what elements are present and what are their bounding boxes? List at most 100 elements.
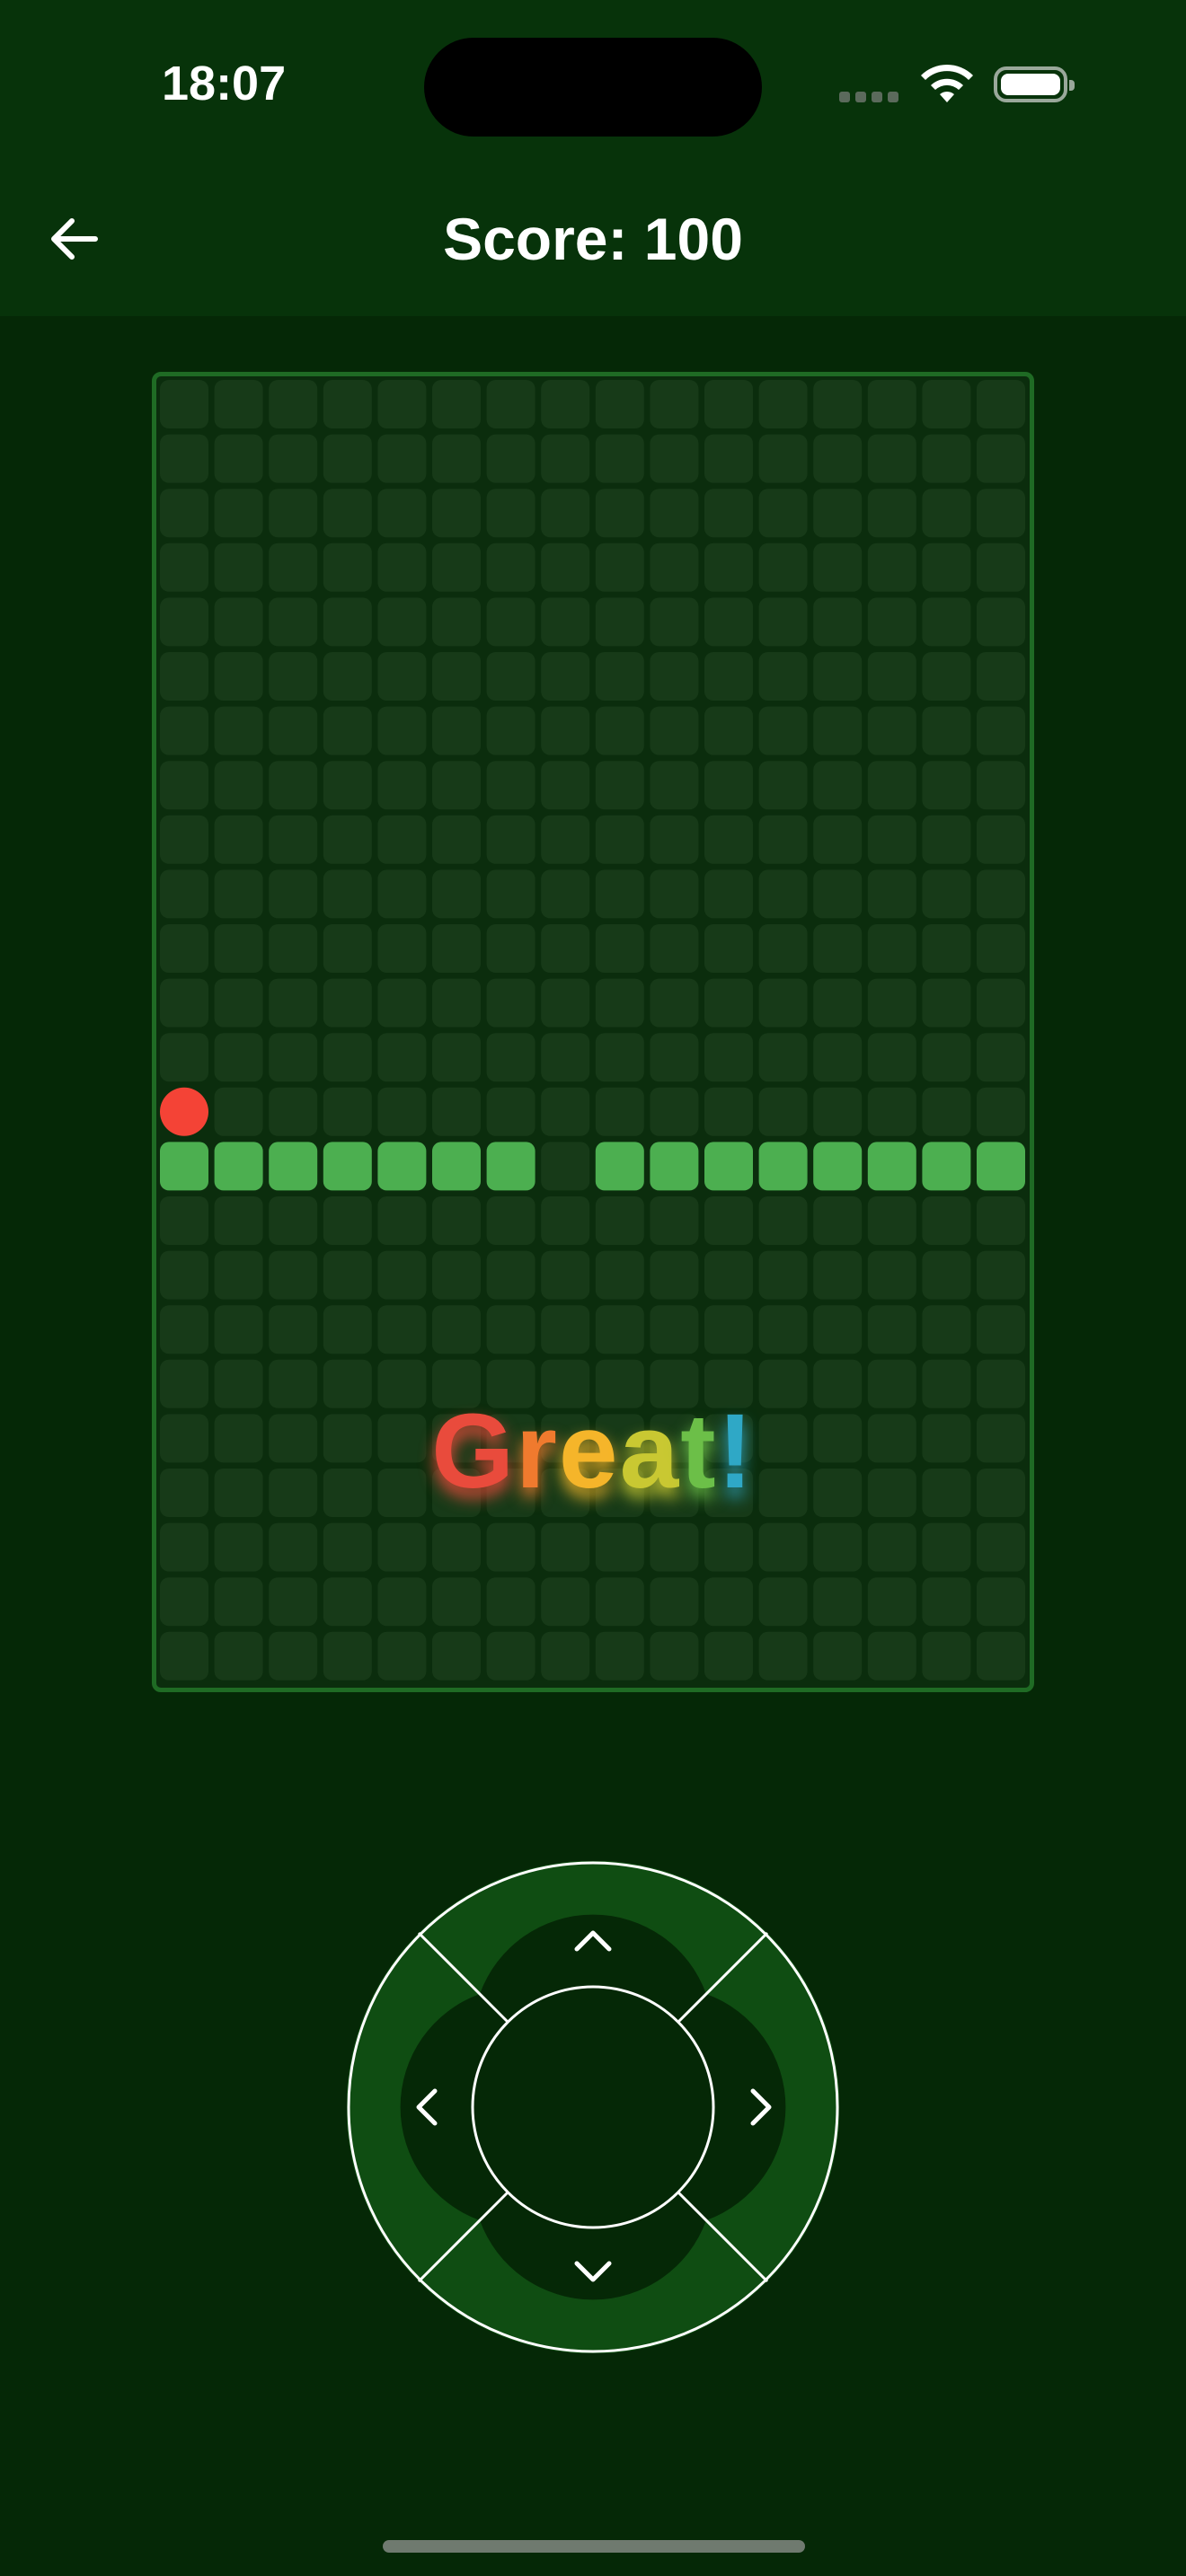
grid-cell [377, 597, 427, 647]
grid-cell [541, 434, 590, 483]
grid-cell [977, 1577, 1025, 1627]
grid-cell [541, 1250, 590, 1300]
grid-cell [377, 434, 427, 483]
dpad-right-button[interactable] [706, 1933, 839, 2281]
snake-segment [758, 1142, 808, 1191]
grid-cell [867, 706, 916, 755]
grid-cell [377, 380, 427, 428]
grid-cell [650, 1196, 699, 1245]
grid-cell [269, 815, 318, 864]
great-letter: e [558, 1392, 620, 1511]
grid-cell [650, 924, 699, 973]
grid-cell [595, 543, 644, 592]
grid-cell [486, 761, 535, 810]
grid-cell [813, 652, 863, 701]
grid-cell [977, 380, 1025, 428]
grid-cell [269, 1577, 318, 1627]
grid-cell [432, 1522, 481, 1572]
grid-cell [758, 489, 808, 538]
grid-cell [704, 924, 753, 973]
grid-cell [432, 1577, 481, 1627]
grid-cell [650, 761, 699, 810]
grid-cell [813, 869, 863, 919]
grid-cell [486, 1631, 535, 1681]
grid-cell [813, 761, 863, 810]
grid-cell [595, 1631, 644, 1681]
snake-segment [323, 1142, 372, 1191]
grid-cell [214, 1577, 263, 1627]
grid-cell [595, 1033, 644, 1082]
grid-cell [323, 489, 372, 538]
grid-cell [922, 1305, 971, 1354]
grid-cell [160, 1033, 208, 1082]
great-letter: t [680, 1392, 718, 1511]
grid-cell [977, 815, 1025, 864]
grid-cell [269, 543, 318, 592]
grid-cell [867, 1305, 916, 1354]
grid-cell [813, 1033, 863, 1082]
grid-cell [704, 706, 753, 755]
grid-cell [541, 978, 590, 1028]
direction-pad [347, 1861, 839, 2353]
grid-cell [269, 1522, 318, 1572]
grid-cell [377, 652, 427, 701]
chevron-right-icon [750, 2088, 772, 2126]
header: 18:07 Score: 100 [0, 0, 1186, 316]
grid-cell [377, 815, 427, 864]
grid-cell [432, 706, 481, 755]
dpad-left-button[interactable] [347, 1933, 480, 2281]
grid-cell [813, 706, 863, 755]
grid-cell [269, 1250, 318, 1300]
grid-cell [432, 543, 481, 592]
dpad-down-button[interactable] [419, 2220, 767, 2353]
grid-cell [541, 1196, 590, 1245]
grid-cell [867, 1087, 916, 1136]
grid-cell [977, 978, 1025, 1028]
grid-cell [323, 706, 372, 755]
grid-cell [813, 380, 863, 428]
grid-cell [977, 1250, 1025, 1300]
grid-cell [922, 815, 971, 864]
grid-cell [160, 815, 208, 864]
grid-cell [595, 1522, 644, 1572]
great-letter: G [431, 1392, 516, 1511]
grid-cell [486, 1196, 535, 1245]
grid-cell [650, 706, 699, 755]
grid-cell [323, 978, 372, 1028]
grid-cell [269, 1196, 318, 1245]
grid-cell [758, 1631, 808, 1681]
grid-cell [650, 1305, 699, 1354]
grid-cell [541, 869, 590, 919]
grid-cell [595, 1087, 644, 1136]
grid-cell [977, 489, 1025, 538]
grid-cell [160, 978, 208, 1028]
grid-cell [758, 978, 808, 1028]
home-indicator[interactable] [383, 2540, 805, 2553]
grid-cell [758, 652, 808, 701]
grid-cell [432, 489, 481, 538]
grid-cell [867, 652, 916, 701]
grid-cell [922, 1631, 971, 1681]
grid-cell [214, 978, 263, 1028]
grid-cell [813, 1522, 863, 1572]
grid-cell [432, 1305, 481, 1354]
grid-cell [977, 434, 1025, 483]
grid-cell [922, 597, 971, 647]
grid-cell [867, 1033, 916, 1082]
grid-cell [758, 597, 808, 647]
dpad-up-button[interactable] [419, 1861, 767, 1994]
grid-cell [269, 489, 318, 538]
grid-cell [377, 1196, 427, 1245]
grid-cell [377, 978, 427, 1028]
grid-cell [269, 761, 318, 810]
grid-cell [432, 815, 481, 864]
grid-cell [977, 761, 1025, 810]
grid-cell [977, 1087, 1025, 1136]
grid-cell [214, 761, 263, 810]
grid-cell [541, 489, 590, 538]
grid-cell [377, 1033, 427, 1082]
grid-cell [977, 924, 1025, 973]
grid-cell [269, 869, 318, 919]
grid-cell [867, 761, 916, 810]
snake-segment [977, 1142, 1025, 1191]
